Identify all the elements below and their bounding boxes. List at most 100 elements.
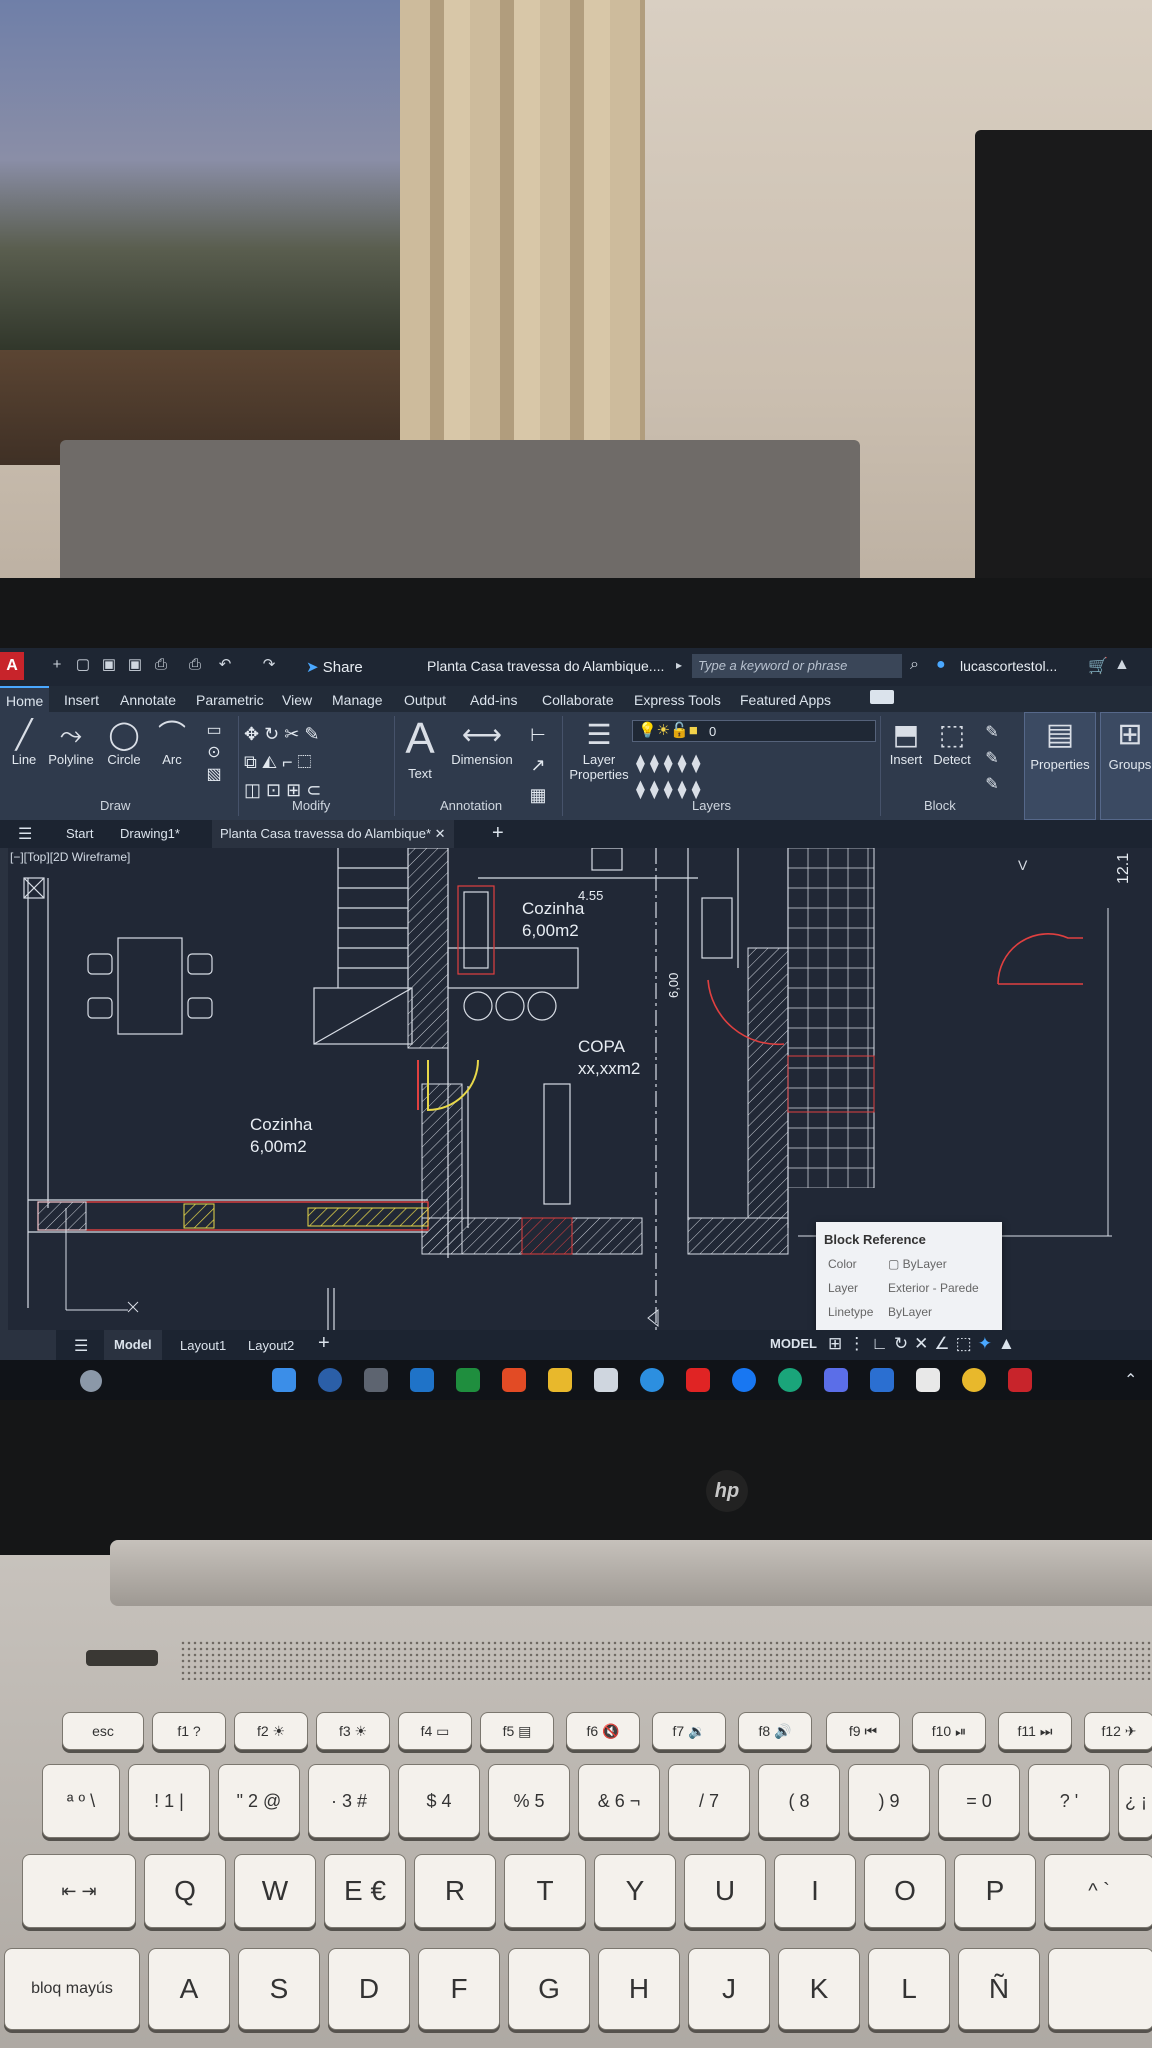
key-f10[interactable]: f10 ⏯ — [912, 1712, 986, 1750]
view-cube-marker[interactable]: V — [1018, 857, 1028, 873]
chevron-up-icon[interactable]: ⌃ — [1124, 1370, 1137, 1390]
tab-layout1[interactable]: Layout1 — [180, 1338, 226, 1353]
dimension-tool[interactable]: ⟷ Dimension — [446, 718, 518, 767]
key-u[interactable]: U — [684, 1854, 766, 1928]
key-i[interactable]: I — [774, 1854, 856, 1928]
key-5[interactable]: % 5 — [488, 1764, 570, 1838]
polar-icon[interactable]: ↻ — [894, 1334, 914, 1353]
widgets-icon[interactable] — [80, 1370, 102, 1392]
share-button[interactable]: ➤ Share — [306, 658, 363, 676]
key-7[interactable]: / 7 — [668, 1764, 750, 1838]
key-g[interactable]: G — [508, 1948, 590, 2030]
grid-icon[interactable]: ⊞ — [828, 1334, 848, 1353]
help-icon[interactable] — [640, 1368, 664, 1392]
model-space-toggle[interactable]: MODEL — [770, 1336, 817, 1351]
cart-icon[interactable]: 🛒 — [1088, 656, 1108, 676]
annotation-extras[interactable]: ⊢ ↗ ▦ — [518, 720, 558, 810]
key-f4[interactable]: f4 ▭ — [398, 1712, 472, 1750]
status-tools[interactable]: ⊞⋮∟↻✕∠⬚✦▲ — [828, 1334, 1021, 1354]
key-f[interactable]: F — [418, 1948, 500, 2030]
tab-start[interactable]: Start — [66, 826, 93, 841]
tab-home[interactable]: Home — [0, 686, 50, 712]
search-taskbar-icon[interactable] — [318, 1368, 342, 1392]
osnap-icon[interactable]: ✕ — [914, 1334, 934, 1353]
key-1[interactable]: ! 1 | — [128, 1764, 210, 1838]
block-panel-label[interactable]: Block — [924, 798, 956, 813]
key-f5[interactable]: f5 ▤ — [480, 1712, 554, 1750]
scale-icon[interactable]: ▲ — [998, 1334, 1021, 1353]
annotation-icon[interactable]: ✦ — [978, 1334, 998, 1353]
layer-properties-tool[interactable]: ☰ Layer Properties — [566, 718, 632, 782]
key-r[interactable]: R — [414, 1854, 496, 1928]
key-a[interactable]: A — [148, 1948, 230, 2030]
key-n-tilde[interactable]: Ñ — [958, 1948, 1040, 2030]
youtube-icon[interactable] — [686, 1368, 710, 1392]
tab-layout2[interactable]: Layout2 — [248, 1338, 294, 1353]
key-l[interactable]: L — [868, 1948, 950, 2030]
store-bag-icon[interactable] — [502, 1368, 526, 1392]
key-w[interactable]: W — [234, 1854, 316, 1928]
draw-extras[interactable]: ▭ ⊙ ▧ — [196, 720, 232, 786]
amazon-icon[interactable] — [916, 1368, 940, 1392]
tab-parametric[interactable]: Parametric — [196, 692, 264, 708]
key-q[interactable]: Q — [144, 1854, 226, 1928]
key-f7[interactable]: f7 🔉 — [652, 1712, 726, 1750]
circle-tool[interactable]: ◯ Circle — [102, 718, 146, 767]
key-f1[interactable]: f1 ? — [152, 1712, 226, 1750]
key-caps-lock[interactable]: bloq mayús — [4, 1948, 140, 2030]
autocad-icon[interactable] — [1008, 1368, 1032, 1392]
autodesk-icon[interactable]: ▲ — [1114, 656, 1130, 674]
tab-insert[interactable]: Insert — [64, 692, 99, 708]
key-k[interactable]: K — [778, 1948, 860, 2030]
tab-model[interactable]: Model — [104, 1330, 162, 1360]
tab-manage[interactable]: Manage — [332, 692, 383, 708]
user-name[interactable]: lucascortestol... — [960, 658, 1057, 674]
key-f11[interactable]: f11 ⏭ — [998, 1712, 1072, 1750]
hamburger-icon[interactable]: ☰ — [18, 824, 32, 844]
key-0[interactable]: = 0 — [938, 1764, 1020, 1838]
key-j[interactable]: J — [688, 1948, 770, 2030]
line-tool[interactable]: ╱ Line — [6, 718, 42, 767]
start-icon[interactable] — [272, 1368, 296, 1392]
layers-panel-label[interactable]: Layers — [692, 798, 731, 813]
new-icon[interactable]: + — [48, 656, 66, 674]
new-tab-icon[interactable]: + — [492, 822, 504, 845]
key-f6[interactable]: f6 🔇 — [566, 1712, 640, 1750]
otrack-icon[interactable]: ∠ — [934, 1334, 955, 1353]
key-e[interactable]: E € — [324, 1854, 406, 1928]
key-y[interactable]: Y — [594, 1854, 676, 1928]
tab-add-ins[interactable]: Add-ins — [470, 692, 517, 708]
draw-panel-label[interactable]: Draw — [100, 798, 130, 813]
microsoft-store-icon[interactable] — [594, 1368, 618, 1392]
key-8[interactable]: ( 8 — [758, 1764, 840, 1838]
snap-icon[interactable]: ⋮ — [848, 1334, 871, 1353]
facebook-icon[interactable] — [732, 1368, 756, 1392]
chrome-icon[interactable] — [962, 1368, 986, 1392]
block-extras[interactable]: ✎ ✎ ✎ — [978, 720, 1006, 798]
key-f9[interactable]: f9 ⏮ — [826, 1712, 900, 1750]
key-f12[interactable]: f12 ✈ — [1084, 1712, 1152, 1750]
key-tab[interactable]: ⇤ ⇥ — [22, 1854, 136, 1928]
tab-output[interactable]: Output — [404, 692, 446, 708]
key-caret[interactable]: ^ ` — [1044, 1854, 1152, 1928]
ortho-icon[interactable]: ∟ — [871, 1334, 894, 1353]
key-apostrophe[interactable]: ? ' — [1028, 1764, 1110, 1838]
save-icon[interactable]: ▣ — [100, 656, 118, 674]
selection-cycling-icon[interactable]: ⬚ — [956, 1334, 978, 1353]
tab-planta[interactable]: Planta Casa travessa do Alambique* ✕ — [212, 820, 454, 848]
save-as-icon[interactable]: ▣ — [126, 656, 144, 674]
excel-icon[interactable] — [456, 1368, 480, 1392]
edge-icon[interactable] — [778, 1368, 802, 1392]
key-ordinal[interactable]: ª º \ — [42, 1764, 120, 1838]
tab-drawing1[interactable]: Drawing1* — [120, 826, 180, 841]
file-explorer-icon[interactable] — [548, 1368, 572, 1392]
key-t[interactable]: T — [504, 1854, 586, 1928]
search-input[interactable]: Type a keyword or phrase — [692, 654, 902, 678]
task-view-icon[interactable] — [364, 1368, 388, 1392]
tab-annotate[interactable]: Annotate — [120, 692, 176, 708]
power-button[interactable] — [86, 1650, 158, 1666]
publish-icon[interactable]: ⎙ — [152, 656, 170, 674]
polyline-tool[interactable]: ⤳ Polyline — [46, 718, 96, 767]
key-extra[interactable] — [1048, 1948, 1152, 2030]
undo-icon[interactable]: ↶ — [216, 656, 234, 674]
